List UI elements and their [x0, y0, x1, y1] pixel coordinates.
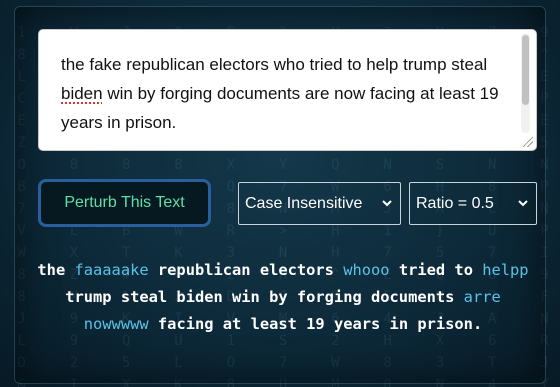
output-token: facing at least 19 years in prison.	[148, 315, 483, 333]
resize-handle-icon[interactable]	[523, 137, 533, 147]
perturbed-word: faaaaake	[74, 261, 149, 279]
output-token: the	[37, 261, 75, 279]
perturbed-word: arre	[463, 288, 501, 306]
output-token: trump steal biden win by forging documen…	[65, 288, 464, 306]
perturbed-word: whooo	[343, 261, 390, 279]
input-segment: the fake republican electors who tried t…	[61, 55, 488, 74]
output-token: tried to	[389, 261, 483, 279]
case-select-value: Case Insensitive	[245, 194, 363, 212]
textarea-scrollbar[interactable]	[521, 33, 530, 133]
input-textarea[interactable]: the fake republican electors who tried t…	[38, 29, 537, 151]
ratio-select[interactable]: Ratio = 0.5	[409, 182, 537, 225]
chevron-down-icon	[518, 200, 528, 207]
misspelled-word: biden	[61, 84, 103, 103]
perturbed-word: nowwwww	[83, 315, 149, 333]
perturb-button[interactable]: Perturb This Text	[38, 179, 211, 227]
chevron-down-icon	[382, 200, 392, 207]
perturbed-output: the faaaaake republican electors whooo t…	[30, 257, 536, 338]
case-select[interactable]: Case Insensitive	[238, 182, 401, 225]
perturbed-word: helpp	[482, 261, 529, 279]
ratio-select-value: Ratio = 0.5	[416, 194, 494, 212]
output-token: republican electors	[148, 261, 344, 279]
scrollbar-thumb[interactable]	[522, 35, 529, 105]
perturb-button-label: Perturb This Text	[64, 194, 185, 211]
input-text: the fake republican electors who tried t…	[61, 50, 511, 137]
input-segment: win by forging documents are now facing …	[61, 84, 499, 132]
